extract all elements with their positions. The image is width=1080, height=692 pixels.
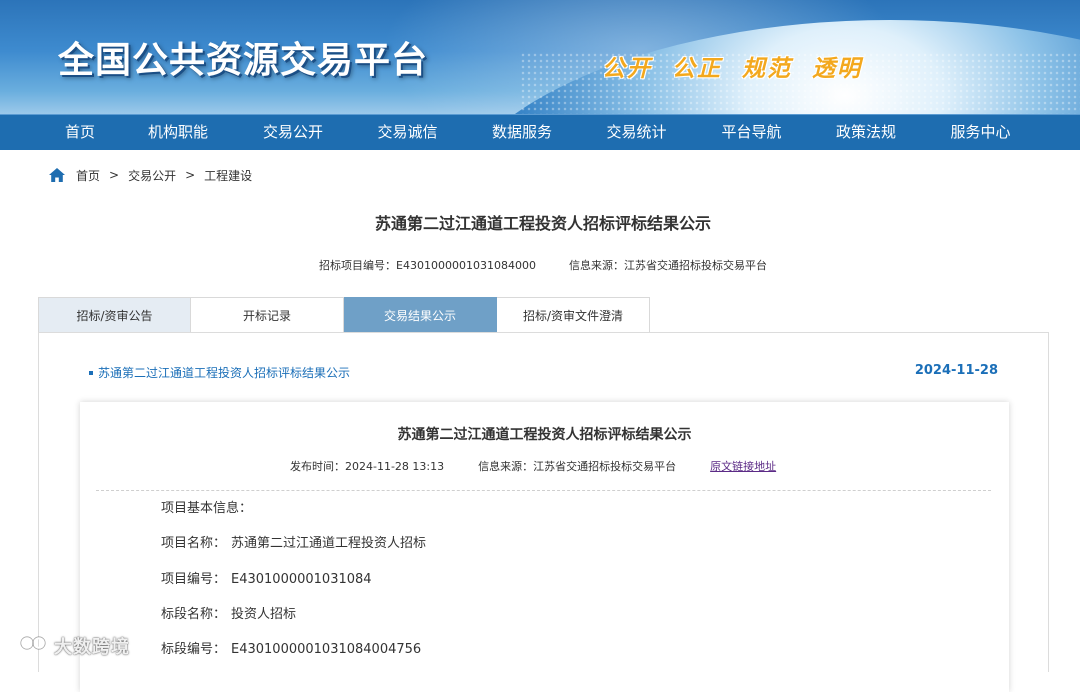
tab-document-clarification[interactable]: 招标/资审文件澄清 (497, 297, 650, 333)
site-title: 全国公共资源交易平台 (58, 40, 429, 81)
nav-item-trade-public[interactable]: 交易公开 (236, 115, 350, 150)
site-banner: 全国公共资源交易平台 公开 公正 规范 透明 (0, 0, 1080, 114)
info-value: 投资人招标 (231, 607, 297, 622)
notice-link-text[interactable]: 苏通第二过江通道工程投资人招标评标结果公示 (98, 366, 350, 380)
section-heading: 项目基本信息： (161, 501, 253, 516)
notice-list-item[interactable]: 苏通第二过江通道工程投资人招标评标结果公示 (89, 364, 350, 381)
publish-time: 发布时间：2024-11-28 13:13 (290, 460, 445, 473)
breadcrumb-separator: > (109, 168, 120, 182)
bullet-icon (89, 371, 93, 375)
nav-item-policy[interactable]: 政策法规 (809, 115, 923, 150)
info-key: 标段编号： (161, 642, 227, 657)
nav-item-trade-credit[interactable]: 交易诚信 (350, 115, 465, 150)
original-link[interactable]: 原文链接地址 (710, 460, 776, 473)
breadcrumb-trade-public[interactable]: 交易公开 (128, 167, 176, 184)
info-key: 项目名称： (161, 536, 227, 551)
info-row-project-number: 项目编号： E4301000001031084 (161, 568, 372, 587)
site-slogan: 公开 公正 规范 透明 (602, 56, 863, 82)
info-key: 标段名称： (161, 607, 227, 622)
info-source: 信息来源：江苏省交通招标投标交易平台 (568, 259, 767, 272)
detail-source: 信息来源：江苏省交通招标投标交易平台 (478, 460, 677, 473)
breadcrumb-engineering[interactable]: 工程建设 (204, 167, 252, 184)
result-tabs: 招标/资审公告 开标记录 交易结果公示 招标/资审文件澄清 (38, 297, 650, 333)
divider (96, 490, 991, 491)
nav-item-home[interactable]: 首页 (40, 115, 120, 150)
breadcrumb-home[interactable]: 首页 (76, 167, 100, 184)
info-row-section-number: 标段编号： E4301000001031084004756 (161, 638, 421, 657)
home-icon[interactable] (48, 167, 66, 183)
notice-detail-card: 苏通第二过江通道工程投资人招标评标结果公示 发布时间：2024-11-28 13… (80, 402, 1009, 692)
breadcrumb-separator: > (185, 168, 196, 182)
tab-trade-result[interactable]: 交易结果公示 (344, 297, 497, 333)
info-row-section-name: 标段名称： 投资人招标 (161, 603, 296, 622)
notice-date: 2024-11-28 (914, 363, 998, 378)
nav-item-trade-stats[interactable]: 交易统计 (579, 115, 694, 150)
watermark: 大数跨境 (8, 631, 130, 661)
tab-tender-notice[interactable]: 招标/资审公告 (38, 297, 191, 333)
info-key: 项目编号： (161, 572, 227, 587)
breadcrumb: 首页 > 交易公开 > 工程建设 (48, 165, 252, 185)
page-meta: 招标项目编号：E4301000001031084000 信息来源：江苏省交通招标投… (0, 257, 1080, 273)
info-value: E4301000001031084 (231, 572, 372, 587)
watermark-text: 大数跨境 (54, 637, 130, 658)
info-value: E4301000001031084004756 (231, 642, 422, 657)
main-nav: 首页 机构职能 交易公开 交易诚信 数据服务 交易统计 平台导航 政策法规 服务… (0, 114, 1080, 150)
detail-meta: 发布时间：2024-11-28 13:13 信息来源：江苏省交通招标投标交易平台 原… (290, 458, 776, 474)
detail-title: 苏通第二过江通道工程投资人招标评标结果公示 (397, 427, 692, 443)
info-value: 苏通第二过江通道工程投资人招标 (231, 536, 427, 551)
tab-bid-opening-record[interactable]: 开标记录 (191, 297, 344, 333)
info-row-project-name: 项目名称： 苏通第二过江通道工程投资人招标 (161, 532, 426, 551)
content-panel: 苏通第二过江通道工程投资人招标评标结果公示 2024-11-28 苏通第二过江通… (38, 332, 1049, 692)
nav-item-service-center[interactable]: 服务中心 (923, 115, 1038, 150)
nav-item-platform-nav[interactable]: 平台导航 (694, 115, 809, 150)
nav-item-data-service[interactable]: 数据服务 (465, 115, 579, 150)
watermark-logo-icon (9, 636, 46, 654)
project-number: 招标项目编号：E4301000001031084000 (319, 259, 536, 272)
nav-item-functions[interactable]: 机构职能 (120, 115, 236, 150)
page-title: 苏通第二过江通道工程投资人招标评标结果公示 (374, 214, 711, 233)
